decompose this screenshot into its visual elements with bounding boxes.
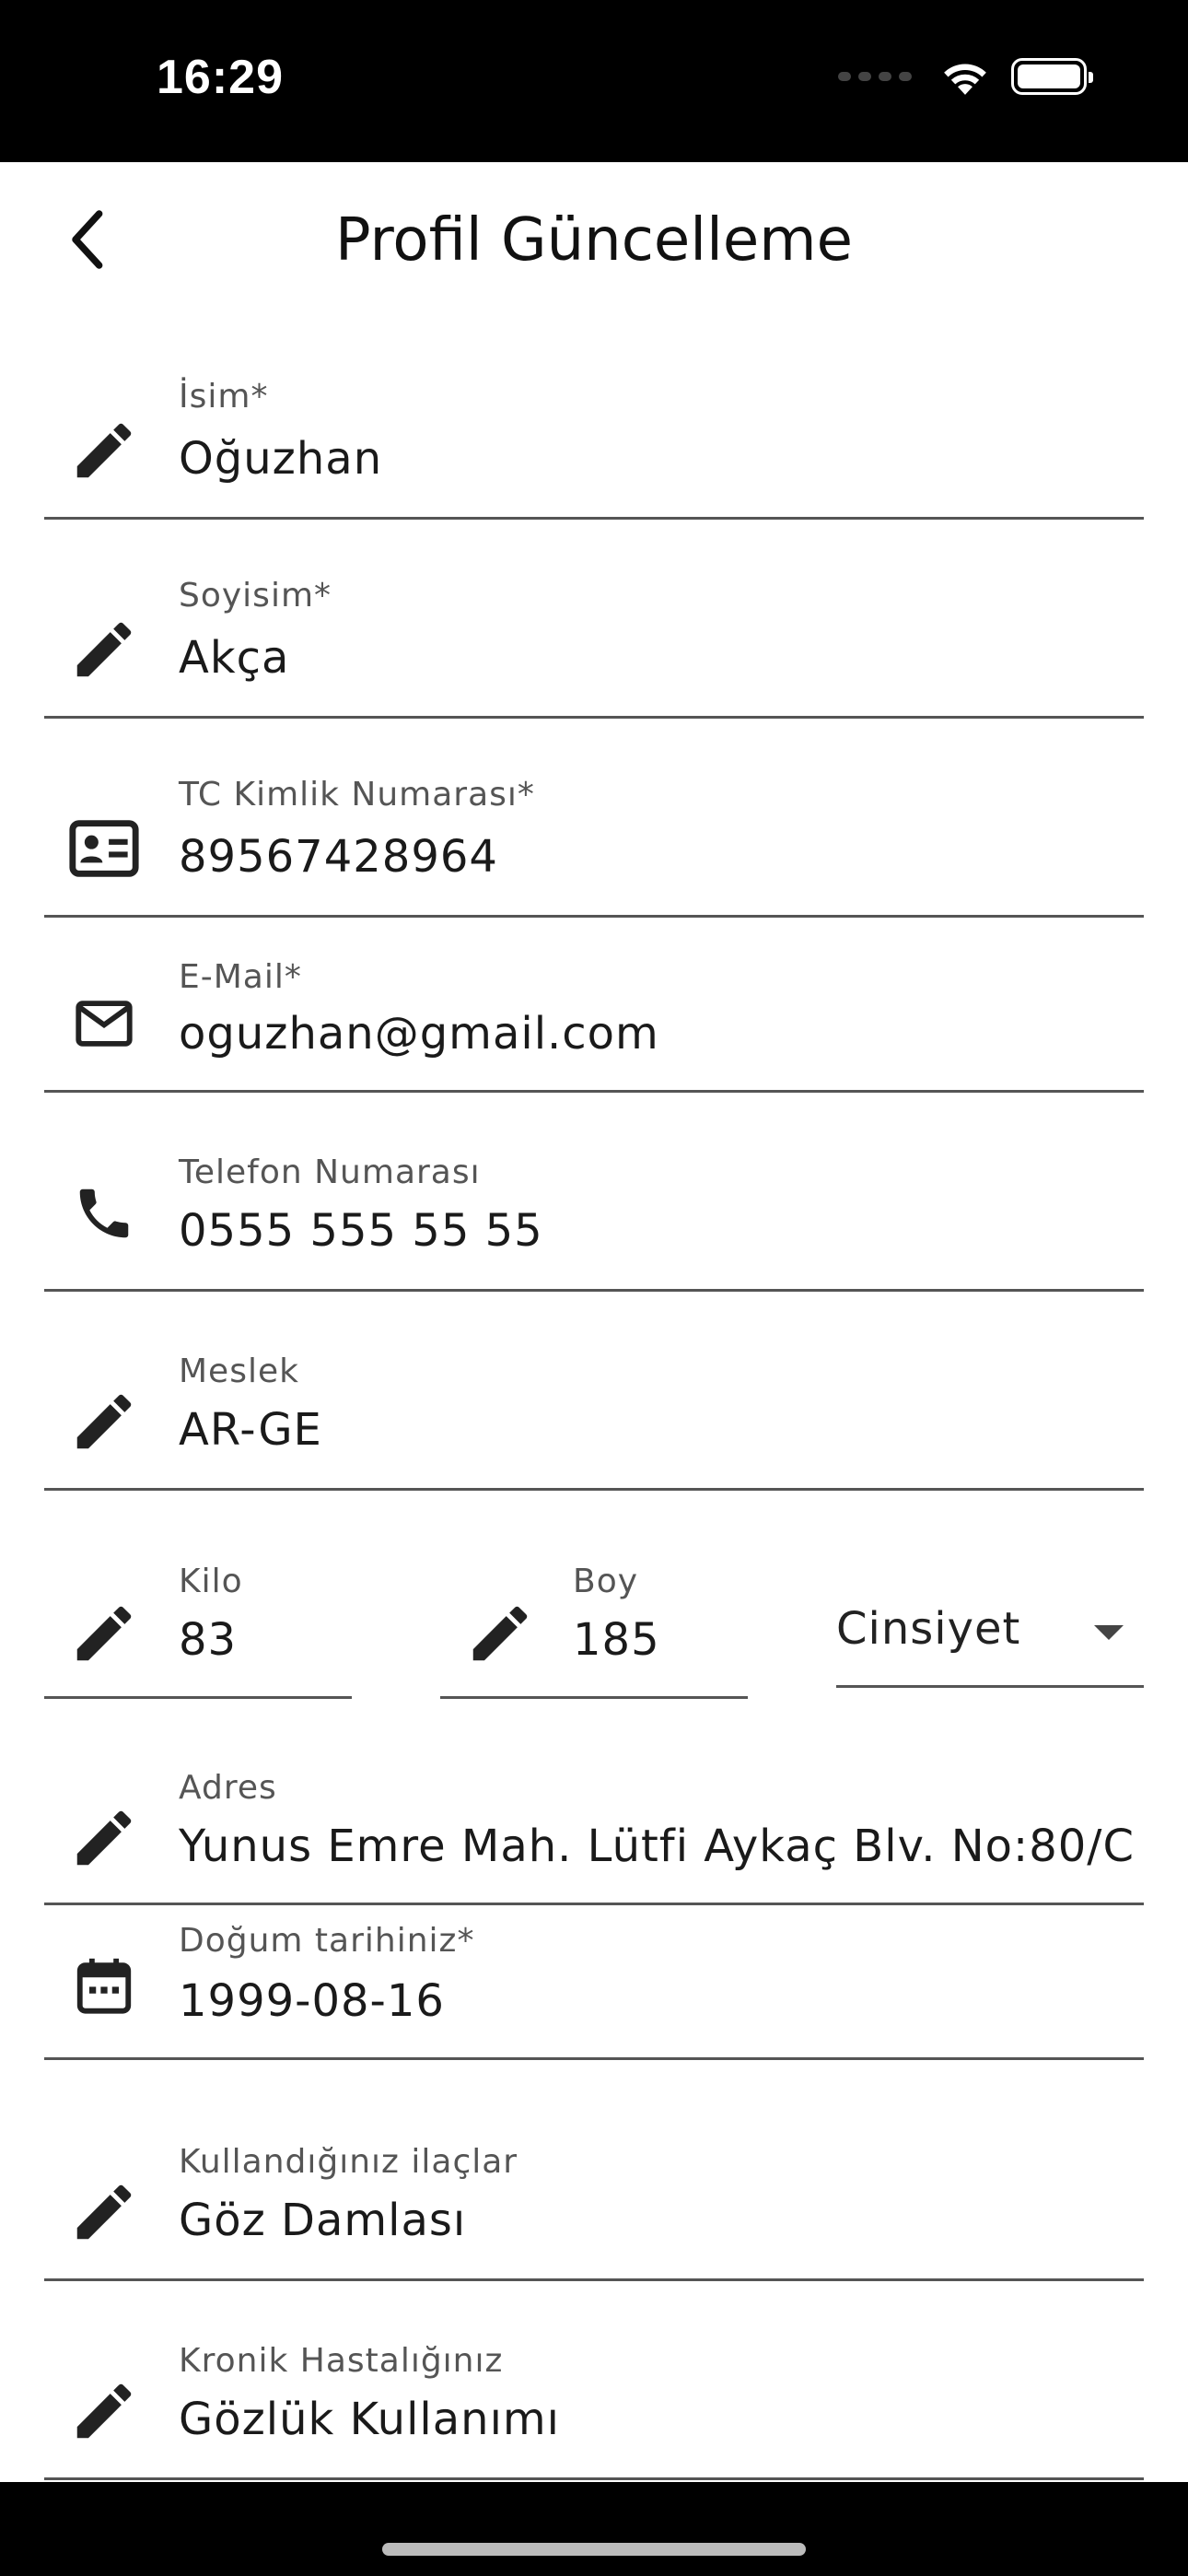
status-icons	[838, 57, 1093, 96]
surname-field[interactable]: Soyisim* Akça	[44, 558, 1144, 719]
medications-label: Kullandığınız ilaçlar	[179, 2143, 518, 2181]
dropdown-arrow-icon	[1094, 1625, 1124, 1640]
birthdate-label: Doğum tarihiniz*	[179, 1922, 475, 1960]
tc-id-value[interactable]: 89567428964	[179, 831, 1136, 883]
surname-label: Soyisim*	[179, 577, 332, 615]
email-field[interactable]: E-Mail* oguzhan@gmail.com	[44, 954, 1144, 1093]
home-indicator[interactable]	[382, 2543, 806, 2556]
pencil-icon	[63, 608, 146, 691]
weight-field[interactable]: Kilo 83	[44, 1548, 352, 1699]
page-title: Profil Güncelleme	[335, 206, 853, 275]
tc-id-field[interactable]: TC Kimlik Numarası* 89567428964	[44, 757, 1144, 918]
phone-value[interactable]: 0555 555 55 55	[179, 1205, 1136, 1257]
weight-value[interactable]: 83	[179, 1614, 344, 1666]
pencil-icon	[459, 1592, 542, 1675]
height-value[interactable]: 185	[573, 1614, 739, 1666]
job-value[interactable]: AR-GE	[179, 1404, 1136, 1456]
height-field[interactable]: Boy 185	[440, 1548, 748, 1699]
status-time: 16:29	[157, 51, 284, 104]
id-card-icon	[63, 807, 146, 890]
job-field[interactable]: Meslek AR-GE	[44, 1330, 1144, 1491]
navigation-bar: Profil Güncelleme	[0, 162, 1188, 319]
address-value[interactable]: Yunus Emre Mah. Lütfi Aykaç Blv. No:80/C	[179, 1821, 1144, 1872]
email-value[interactable]: oguzhan@gmail.com	[179, 1008, 1136, 1060]
email-label: E-Mail*	[179, 958, 302, 996]
job-label: Meslek	[179, 1352, 299, 1390]
name-field[interactable]: İsim* Oğuzhan	[44, 359, 1144, 520]
chronic-illness-label: Kronik Hastalığınız	[179, 2342, 504, 2380]
pencil-icon	[63, 1380, 146, 1463]
medications-field[interactable]: Kullandığınız ilaçlar Göz Damlası	[44, 2121, 1144, 2281]
chronic-illness-value[interactable]: Gözlük Kullanımı	[179, 2394, 1136, 2445]
pencil-icon	[63, 2370, 146, 2453]
chronic-illness-field[interactable]: Kronik Hastalığınız Gözlük Kullanımı	[44, 2320, 1144, 2480]
pencil-icon	[63, 2171, 146, 2254]
height-label: Boy	[573, 1563, 639, 1600]
mail-icon	[63, 982, 146, 1065]
pencil-icon	[63, 1797, 146, 1879]
surname-value[interactable]: Akça	[179, 632, 1136, 684]
phone-icon	[63, 1172, 146, 1255]
phone-field[interactable]: Telefon Numarası 0555 555 55 55	[44, 1131, 1144, 1292]
name-value[interactable]: Oğuzhan	[179, 433, 1136, 485]
status-bar: 16:29	[0, 0, 1188, 162]
weight-label: Kilo	[179, 1563, 243, 1600]
name-label: İsim*	[179, 378, 269, 416]
gender-dropdown[interactable]: Cinsiyet	[836, 1570, 1144, 1688]
pencil-icon	[63, 409, 146, 492]
signal-dots-icon	[838, 72, 912, 81]
wifi-icon	[944, 64, 986, 95]
home-indicator-area	[0, 2482, 1188, 2576]
calendar-icon	[63, 1944, 146, 2027]
medications-value[interactable]: Göz Damlası	[179, 2195, 1136, 2246]
battery-icon	[1011, 58, 1093, 95]
birthdate-value[interactable]: 1999-08-16	[179, 1975, 1136, 2027]
gender-placeholder: Cinsiyet	[836, 1603, 1021, 1655]
phone-label: Telefon Numarası	[179, 1153, 481, 1191]
address-label: Adres	[179, 1769, 277, 1807]
address-field[interactable]: Adres Yunus Emre Mah. Lütfi Aykaç Blv. N…	[44, 1751, 1144, 1905]
pencil-icon	[63, 1592, 146, 1675]
birthdate-field[interactable]: Doğum tarihiniz* 1999-08-16	[44, 1907, 1144, 2060]
tc-id-label: TC Kimlik Numarası*	[179, 776, 535, 814]
